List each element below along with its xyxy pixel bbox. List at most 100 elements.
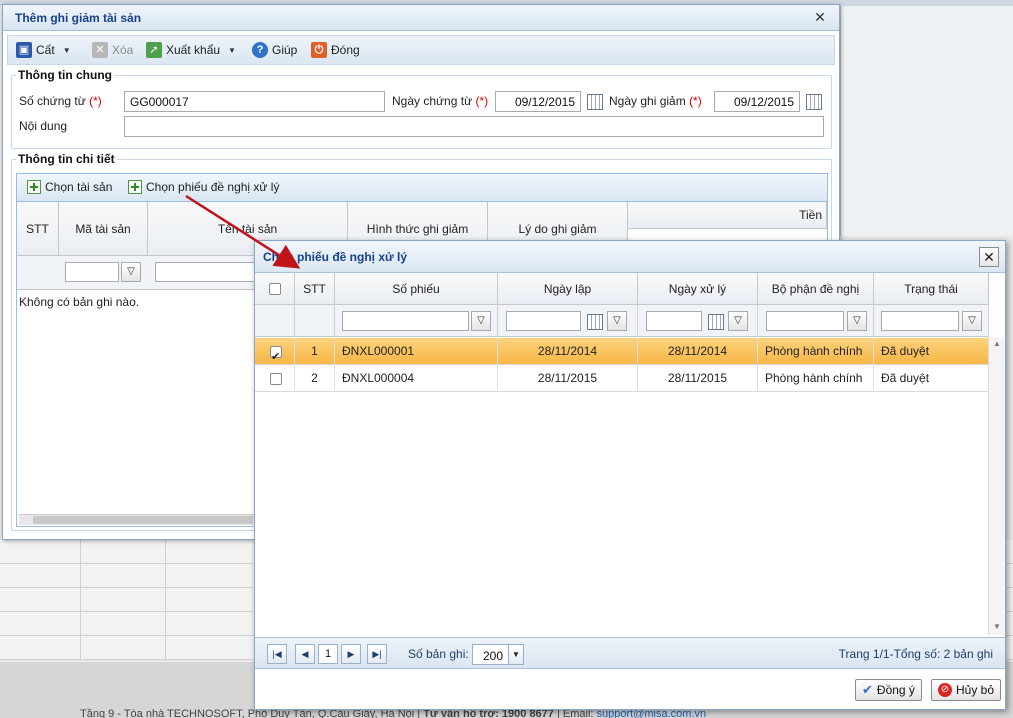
- column-header-stt[interactable]: STT: [17, 202, 59, 256]
- cell-process-date: 28/11/2014: [638, 338, 758, 365]
- general-info-group: Thông tin chung: [11, 68, 832, 149]
- cancel-button[interactable]: ⊘ Hủy bỏ: [931, 679, 1002, 701]
- filter-cell: [255, 305, 295, 337]
- column-header-created-date[interactable]: Ngày lập: [498, 273, 638, 305]
- calendar-icon[interactable]: [587, 314, 603, 330]
- power-icon: ⏻: [311, 42, 327, 58]
- choose-asset-button[interactable]: Chọn tài sản: [27, 180, 112, 194]
- close-button[interactable]: ⏻ Đóng: [311, 42, 360, 58]
- column-header-asset-code[interactable]: Mã tài sản: [59, 202, 148, 256]
- reduce-date-label: Ngày ghi giảm (*): [609, 94, 702, 108]
- voucher-no-label: Số chứng từ (*): [19, 94, 102, 108]
- cancel-label: Hủy bỏ: [956, 683, 995, 697]
- row-checkbox[interactable]: [270, 344, 282, 365]
- column-header-money[interactable]: Tiền: [628, 202, 827, 229]
- table-row[interactable]: 2 ĐNXL000004 28/11/2015 28/11/2015 Phòng…: [255, 365, 989, 392]
- close-icon[interactable]: ✕: [979, 247, 999, 267]
- column-header-process-date[interactable]: Ngày xử lý: [638, 273, 758, 305]
- status-filter-input[interactable]: [881, 311, 959, 331]
- filter-icon[interactable]: ▽: [471, 311, 491, 331]
- ok-button[interactable]: ✔ Đồng ý: [855, 679, 922, 701]
- department-filter-input[interactable]: [766, 311, 844, 331]
- general-info-legend: Thông tin chung: [16, 68, 114, 82]
- content-input[interactable]: [124, 116, 824, 137]
- choose-proposal-dialog: Chọn phiếu đề nghị xử lý ✕ STT Số phiếu …: [254, 240, 1006, 710]
- row-checkbox-cell[interactable]: [255, 365, 295, 392]
- cell-voucher-no: ĐNXL000004: [335, 365, 498, 392]
- filter-icon[interactable]: ▽: [607, 311, 627, 331]
- page-size-select[interactable]: 200 ▼: [472, 644, 524, 665]
- process-date-filter: ▽: [638, 305, 758, 337]
- proposal-dialog-title-bar: Chọn phiếu đề nghị xử lý ✕: [255, 241, 1005, 273]
- chevron-down-icon[interactable]: ▼: [228, 46, 236, 55]
- calendar-icon[interactable]: [587, 94, 603, 110]
- voucher-no-filter-input[interactable]: [342, 311, 469, 331]
- reduce-date-input[interactable]: [714, 91, 800, 112]
- table-row[interactable]: 1 ĐNXL000001 28/11/2014 28/11/2014 Phòng…: [255, 338, 989, 365]
- help-label: Giúp: [272, 43, 298, 57]
- page-number-input[interactable]: 1: [318, 644, 338, 664]
- asset-code-filter-input[interactable]: [65, 262, 119, 282]
- created-date-filter-input[interactable]: [506, 311, 581, 331]
- cell-status: Đã duyệt: [874, 365, 989, 392]
- voucher-date-label: Ngày chứng từ (*): [392, 94, 489, 108]
- filter-icon[interactable]: ▽: [121, 262, 141, 282]
- filter-icon[interactable]: ▽: [847, 311, 867, 331]
- cell-department: Phòng hành chính: [758, 338, 874, 365]
- column-header-department[interactable]: Bộ phận đề nghị: [758, 273, 874, 305]
- detail-toolbar: Chọn tài sản Chọn phiếu đề nghị xử lý: [17, 174, 827, 202]
- column-header-voucher-no[interactable]: Số phiếu: [335, 273, 498, 305]
- cell-status: Đã duyệt: [874, 338, 989, 365]
- export-button[interactable]: ➚ Xuất khẩu ▼: [146, 42, 236, 58]
- cancel-icon: ⊘: [938, 683, 952, 697]
- voucher-no-input[interactable]: [124, 91, 385, 112]
- page-size-label: Số bản ghi:: [408, 647, 469, 661]
- header-select-all[interactable]: [255, 273, 295, 305]
- vertical-scrollbar[interactable]: ▲ ▼: [988, 337, 1005, 635]
- filter-icon[interactable]: ▽: [962, 311, 982, 331]
- scrollbar-thumb[interactable]: [33, 516, 253, 524]
- cell-stt: 1: [295, 338, 335, 365]
- asset-name-filter-input[interactable]: [155, 262, 265, 282]
- scroll-up-icon[interactable]: ▲: [993, 339, 1001, 348]
- save-icon: ▣: [16, 42, 32, 58]
- prev-page-icon[interactable]: ◀: [295, 644, 315, 664]
- add-icon: [128, 180, 142, 194]
- voucher-date-input[interactable]: [495, 91, 581, 112]
- calendar-icon[interactable]: [708, 314, 724, 330]
- filter-icon[interactable]: ▽: [728, 311, 748, 331]
- cut-button[interactable]: ▣ Cất ▼: [16, 42, 71, 58]
- chevron-down-icon[interactable]: ▼: [63, 46, 71, 55]
- export-label: Xuất khẩu: [166, 43, 221, 57]
- background-right-panel: [840, 6, 1013, 236]
- column-header-status[interactable]: Trạng thái: [874, 273, 989, 305]
- scroll-down-icon[interactable]: ▼: [993, 622, 1001, 631]
- row-checkbox[interactable]: [270, 373, 282, 385]
- close-icon[interactable]: ✕: [811, 9, 829, 27]
- cell-department: Phòng hành chính: [758, 365, 874, 392]
- voucher-no-filter: ▽: [335, 305, 498, 337]
- select-all-checkbox[interactable]: [268, 282, 281, 295]
- row-checkbox-cell[interactable]: [255, 338, 295, 365]
- ok-label: Đồng ý: [876, 683, 915, 697]
- check-icon: ✔: [862, 682, 873, 697]
- column-header-stt[interactable]: STT: [295, 273, 335, 305]
- chevron-down-icon[interactable]: ▼: [508, 645, 523, 664]
- page-size-value: 200: [483, 649, 504, 663]
- delete-button[interactable]: ✕ Xóa: [92, 42, 133, 58]
- help-button[interactable]: ? Giúp: [252, 42, 297, 58]
- choose-asset-label: Chọn tài sản: [45, 180, 113, 194]
- filter-cell: [295, 305, 335, 337]
- calendar-icon[interactable]: [806, 94, 822, 110]
- delete-label: Xóa: [112, 43, 134, 57]
- first-page-icon[interactable]: |◀: [267, 644, 287, 664]
- process-date-filter-input[interactable]: [646, 311, 702, 331]
- department-filter: ▽: [758, 305, 874, 337]
- cut-label: Cất: [36, 43, 55, 57]
- last-page-icon[interactable]: ▶|: [367, 644, 387, 664]
- pager: |◀ ◀ 1 ▶ ▶| Số bản ghi: 200 ▼ Trang 1/1-…: [255, 637, 1005, 669]
- choose-proposal-button[interactable]: Chọn phiếu đề nghị xử lý: [128, 180, 279, 194]
- cell-voucher-no: ĐNXL000001: [335, 338, 498, 365]
- next-page-icon[interactable]: ▶: [341, 644, 361, 664]
- horizontal-scrollbar[interactable]: [19, 514, 259, 525]
